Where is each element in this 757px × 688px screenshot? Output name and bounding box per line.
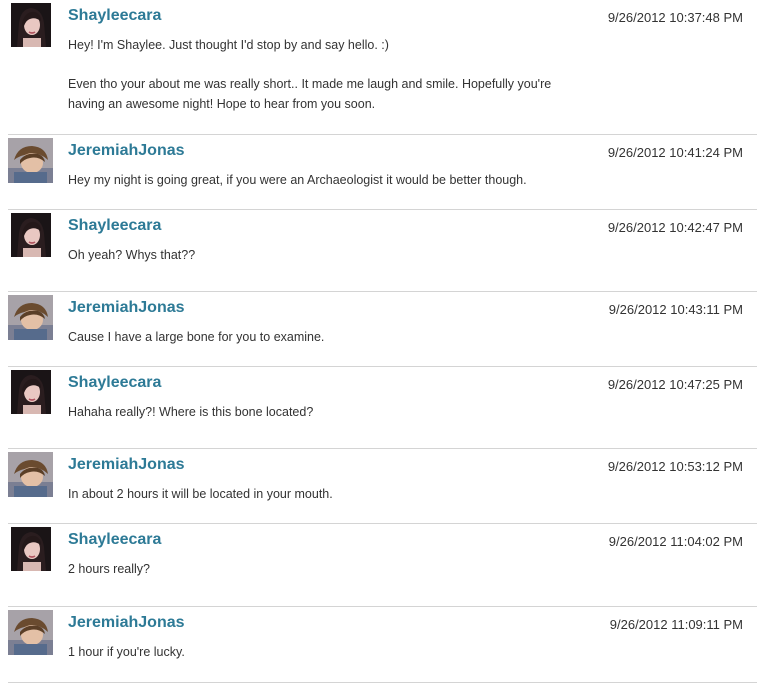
- message-item: JeremiahJonas 9/26/2012 10:41:24 PM Hey …: [8, 135, 757, 210]
- shayleecara-avatar[interactable]: [11, 213, 51, 257]
- username[interactable]: JeremiahJonas: [68, 614, 185, 632]
- username[interactable]: Shayleecara: [68, 7, 161, 25]
- username[interactable]: JeremiahJonas: [68, 142, 185, 160]
- message-item: Shayleecara 9/26/2012 10:37:48 PM Hey! I…: [8, 0, 757, 135]
- username[interactable]: Shayleecara: [68, 217, 161, 235]
- message-text: Even tho your about me was really short.…: [68, 77, 552, 111]
- timestamp: 9/26/2012 10:43:11 PM: [608, 302, 743, 317]
- message-item: Shayleecara 9/26/2012 10:47:25 PM Hahaha…: [8, 367, 757, 449]
- message-text: Hey! I'm Shaylee. Just thought I'd stop …: [68, 38, 389, 52]
- message-body: Cause I have a large bone for you to exa…: [68, 328, 568, 348]
- message-text: In about 2 hours it will be located in y…: [68, 487, 333, 501]
- shayleecara-avatar[interactable]: [11, 3, 51, 47]
- message-item: Shayleecara 9/26/2012 10:42:47 PM Oh yea…: [8, 210, 757, 292]
- message-item: JeremiahJonas 9/26/2012 11:09:11 PM 1 ho…: [8, 607, 757, 683]
- message-item: Shayleecara 9/26/2012 11:04:02 PM 2 hour…: [8, 524, 757, 607]
- shayleecara-avatar[interactable]: [11, 370, 51, 414]
- timestamp: 9/26/2012 10:41:24 PM: [607, 145, 743, 160]
- timestamp: 9/26/2012 11:04:02 PM: [608, 534, 743, 549]
- username[interactable]: Shayleecara: [68, 531, 161, 549]
- message-body: In about 2 hours it will be located in y…: [68, 485, 568, 505]
- message-body: Oh yeah? Whys that??: [68, 246, 568, 266]
- message-text: 1 hour if you're lucky.: [68, 645, 185, 659]
- message-text: Cause I have a large bone for you to exa…: [68, 330, 325, 344]
- timestamp: 9/26/2012 10:37:48 PM: [607, 10, 743, 25]
- message-item: JeremiahJonas 9/26/2012 10:43:11 PM Caus…: [8, 292, 757, 367]
- timestamp: 9/26/2012 10:42:47 PM: [607, 220, 743, 235]
- message-item: JeremiahJonas 9/26/2012 10:53:12 PM In a…: [8, 449, 757, 524]
- message-text: Oh yeah? Whys that??: [68, 248, 196, 262]
- timestamp: 9/26/2012 11:09:11 PM: [609, 617, 743, 632]
- timestamp: 9/26/2012 10:53:12 PM: [607, 459, 743, 474]
- jeremiahjonas-avatar[interactable]: [8, 610, 53, 655]
- username[interactable]: JeremiahJonas: [68, 299, 185, 317]
- message-body: Hahaha really?! Where is this bone locat…: [68, 403, 568, 423]
- jeremiahjonas-avatar[interactable]: [8, 452, 53, 497]
- message-body: Hey! I'm Shaylee. Just thought I'd stop …: [68, 36, 568, 114]
- message-body: 2 hours really?: [68, 560, 568, 580]
- message-thread: Shayleecara 9/26/2012 10:37:48 PM Hey! I…: [0, 0, 757, 688]
- shayleecara-avatar[interactable]: [11, 527, 51, 571]
- message-text: Hahaha really?! Where is this bone locat…: [68, 405, 314, 419]
- username[interactable]: Shayleecara: [68, 374, 161, 392]
- message-body: 1 hour if you're lucky.: [68, 643, 568, 663]
- timestamp: 9/26/2012 10:47:25 PM: [607, 377, 743, 392]
- jeremiahjonas-avatar[interactable]: [8, 138, 53, 183]
- message-text: 2 hours really?: [68, 562, 150, 576]
- message-body: Hey my night is going great, if you were…: [68, 171, 668, 191]
- message-text: Hey my night is going great, if you were…: [68, 173, 527, 187]
- jeremiahjonas-avatar[interactable]: [8, 295, 53, 340]
- username[interactable]: JeremiahJonas: [68, 456, 185, 474]
